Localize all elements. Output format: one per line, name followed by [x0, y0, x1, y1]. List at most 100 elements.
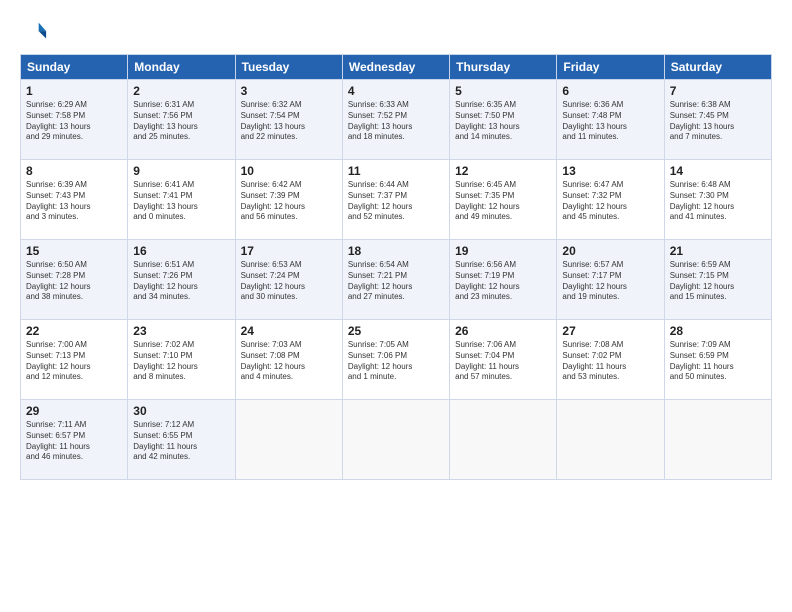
calendar-cell: 3 Sunrise: 6:32 AM Sunset: 7:54 PM Daylig…	[235, 80, 342, 160]
calendar-cell	[557, 400, 664, 480]
calendar-cell: 4Sunrise: 6:33 AM Sunset: 7:52 PM Daylig…	[342, 80, 449, 160]
calendar-cell: 29Sunrise: 7:11 AM Sunset: 6:57 PM Dayli…	[21, 400, 128, 480]
calendar-cell: 28 Sunrise: 7:09 AM Sunset: 6:59 PM Dayli…	[664, 320, 771, 400]
page: SundayMondayTuesdayWednesdayThursdayFrid…	[0, 0, 792, 490]
cell-info: Sunrise: 6:42 AM Sunset: 7:39 PM Dayligh…	[241, 180, 337, 223]
cell-info: Sunrise: 7:05 AM Sunset: 7:06 PM Dayligh…	[348, 340, 444, 383]
cell-info: Sunrise: 7:00 AM Sunset: 7:13 PM Dayligh…	[26, 340, 122, 383]
calendar-header-saturday: Saturday	[664, 55, 771, 80]
day-number: 25	[348, 324, 444, 338]
cell-info: Sunrise: 7:08 AM Sunset: 7:02 PM Dayligh…	[562, 340, 658, 383]
day-number: 9	[133, 164, 229, 178]
cell-info: Sunrise: 6:50 AM Sunset: 7:28 PM Dayligh…	[26, 260, 122, 303]
calendar-cell: 14 Sunrise: 6:48 AM Sunset: 7:30 PM Dayli…	[664, 160, 771, 240]
cell-info: Sunrise: 6:31 AM Sunset: 7:56 PM Dayligh…	[133, 100, 229, 143]
calendar-header-monday: Monday	[128, 55, 235, 80]
calendar-cell: 10 Sunrise: 6:42 AM Sunset: 7:39 PM Dayli…	[235, 160, 342, 240]
calendar-cell	[450, 400, 557, 480]
calendar-cell: 24 Sunrise: 7:03 AM Sunset: 7:08 PM Dayli…	[235, 320, 342, 400]
day-number: 30	[133, 404, 229, 418]
calendar-cell: 8Sunrise: 6:39 AM Sunset: 7:43 PM Daylig…	[21, 160, 128, 240]
cell-info: Sunrise: 6:44 AM Sunset: 7:37 PM Dayligh…	[348, 180, 444, 223]
day-number: 6	[562, 84, 658, 98]
calendar-cell: 9 Sunrise: 6:41 AM Sunset: 7:41 PM Daylig…	[128, 160, 235, 240]
calendar-cell: 27 Sunrise: 7:08 AM Sunset: 7:02 PM Dayli…	[557, 320, 664, 400]
cell-info: Sunrise: 6:54 AM Sunset: 7:21 PM Dayligh…	[348, 260, 444, 303]
calendar-header-tuesday: Tuesday	[235, 55, 342, 80]
calendar-header-row: SundayMondayTuesdayWednesdayThursdayFrid…	[21, 55, 772, 80]
calendar-cell: 21 Sunrise: 6:59 AM Sunset: 7:15 PM Dayli…	[664, 240, 771, 320]
calendar-week-2: 8Sunrise: 6:39 AM Sunset: 7:43 PM Daylig…	[21, 160, 772, 240]
calendar-cell: 1 Sunrise: 6:29 AM Sunset: 7:58 PM Daylig…	[21, 80, 128, 160]
day-number: 23	[133, 324, 229, 338]
day-number: 11	[348, 164, 444, 178]
day-number: 29	[26, 404, 122, 418]
calendar-week-5: 29Sunrise: 7:11 AM Sunset: 6:57 PM Dayli…	[21, 400, 772, 480]
calendar-cell: 22 Sunrise: 7:00 AM Sunset: 7:13 PM Dayli…	[21, 320, 128, 400]
day-number: 15	[26, 244, 122, 258]
cell-info: Sunrise: 6:39 AM Sunset: 7:43 PM Dayligh…	[26, 180, 122, 223]
cell-info: Sunrise: 6:45 AM Sunset: 7:35 PM Dayligh…	[455, 180, 551, 223]
calendar-cell: 17Sunrise: 6:53 AM Sunset: 7:24 PM Dayli…	[235, 240, 342, 320]
cell-info: Sunrise: 6:32 AM Sunset: 7:54 PM Dayligh…	[241, 100, 337, 143]
calendar-cell	[664, 400, 771, 480]
cell-info: Sunrise: 6:29 AM Sunset: 7:58 PM Dayligh…	[26, 100, 122, 143]
day-number: 22	[26, 324, 122, 338]
calendar-table: SundayMondayTuesdayWednesdayThursdayFrid…	[20, 54, 772, 480]
day-number: 1	[26, 84, 122, 98]
calendar-cell: 25 Sunrise: 7:05 AM Sunset: 7:06 PM Dayli…	[342, 320, 449, 400]
calendar-cell: 13 Sunrise: 6:47 AM Sunset: 7:32 PM Dayli…	[557, 160, 664, 240]
cell-info: Sunrise: 6:53 AM Sunset: 7:24 PM Dayligh…	[241, 260, 337, 303]
calendar-cell: 5Sunrise: 6:35 AM Sunset: 7:50 PM Daylig…	[450, 80, 557, 160]
calendar-cell: 23 Sunrise: 7:02 AM Sunset: 7:10 PM Dayli…	[128, 320, 235, 400]
day-number: 21	[670, 244, 766, 258]
day-number: 16	[133, 244, 229, 258]
day-number: 2	[133, 84, 229, 98]
cell-info: Sunrise: 7:09 AM Sunset: 6:59 PM Dayligh…	[670, 340, 766, 383]
calendar-cell: 12 Sunrise: 6:45 AM Sunset: 7:35 PM Dayli…	[450, 160, 557, 240]
day-number: 14	[670, 164, 766, 178]
calendar-cell: 7 Sunrise: 6:38 AM Sunset: 7:45 PM Daylig…	[664, 80, 771, 160]
cell-info: Sunrise: 6:35 AM Sunset: 7:50 PM Dayligh…	[455, 100, 551, 143]
calendar-week-3: 15 Sunrise: 6:50 AM Sunset: 7:28 PM Dayli…	[21, 240, 772, 320]
header	[20, 18, 772, 46]
calendar-header-wednesday: Wednesday	[342, 55, 449, 80]
logo-icon	[20, 18, 48, 46]
calendar-cell	[235, 400, 342, 480]
day-number: 24	[241, 324, 337, 338]
calendar-cell: 6 Sunrise: 6:36 AM Sunset: 7:48 PM Daylig…	[557, 80, 664, 160]
calendar-cell: 26 Sunrise: 7:06 AM Sunset: 7:04 PM Dayli…	[450, 320, 557, 400]
calendar-cell: 15 Sunrise: 6:50 AM Sunset: 7:28 PM Dayli…	[21, 240, 128, 320]
day-number: 27	[562, 324, 658, 338]
cell-info: Sunrise: 6:41 AM Sunset: 7:41 PM Dayligh…	[133, 180, 229, 223]
cell-info: Sunrise: 7:02 AM Sunset: 7:10 PM Dayligh…	[133, 340, 229, 383]
day-number: 26	[455, 324, 551, 338]
cell-info: Sunrise: 6:59 AM Sunset: 7:15 PM Dayligh…	[670, 260, 766, 303]
cell-info: Sunrise: 6:56 AM Sunset: 7:19 PM Dayligh…	[455, 260, 551, 303]
calendar-header-friday: Friday	[557, 55, 664, 80]
cell-info: Sunrise: 6:51 AM Sunset: 7:26 PM Dayligh…	[133, 260, 229, 303]
cell-info: Sunrise: 6:38 AM Sunset: 7:45 PM Dayligh…	[670, 100, 766, 143]
calendar-cell: 19Sunrise: 6:56 AM Sunset: 7:19 PM Dayli…	[450, 240, 557, 320]
day-number: 18	[348, 244, 444, 258]
cell-info: Sunrise: 7:12 AM Sunset: 6:55 PM Dayligh…	[133, 420, 229, 463]
calendar-cell: 11 Sunrise: 6:44 AM Sunset: 7:37 PM Dayli…	[342, 160, 449, 240]
calendar-cell: 2 Sunrise: 6:31 AM Sunset: 7:56 PM Daylig…	[128, 80, 235, 160]
cell-info: Sunrise: 6:48 AM Sunset: 7:30 PM Dayligh…	[670, 180, 766, 223]
day-number: 10	[241, 164, 337, 178]
calendar-week-4: 22 Sunrise: 7:00 AM Sunset: 7:13 PM Dayli…	[21, 320, 772, 400]
day-number: 7	[670, 84, 766, 98]
cell-info: Sunrise: 7:06 AM Sunset: 7:04 PM Dayligh…	[455, 340, 551, 383]
day-number: 3	[241, 84, 337, 98]
cell-info: Sunrise: 7:03 AM Sunset: 7:08 PM Dayligh…	[241, 340, 337, 383]
day-number: 12	[455, 164, 551, 178]
calendar-cell: 16 Sunrise: 6:51 AM Sunset: 7:26 PM Dayli…	[128, 240, 235, 320]
calendar-cell: 18 Sunrise: 6:54 AM Sunset: 7:21 PM Dayli…	[342, 240, 449, 320]
day-number: 28	[670, 324, 766, 338]
day-number: 13	[562, 164, 658, 178]
cell-info: Sunrise: 6:33 AM Sunset: 7:52 PM Dayligh…	[348, 100, 444, 143]
logo	[20, 18, 52, 46]
cell-info: Sunrise: 6:36 AM Sunset: 7:48 PM Dayligh…	[562, 100, 658, 143]
cell-info: Sunrise: 6:47 AM Sunset: 7:32 PM Dayligh…	[562, 180, 658, 223]
day-number: 20	[562, 244, 658, 258]
